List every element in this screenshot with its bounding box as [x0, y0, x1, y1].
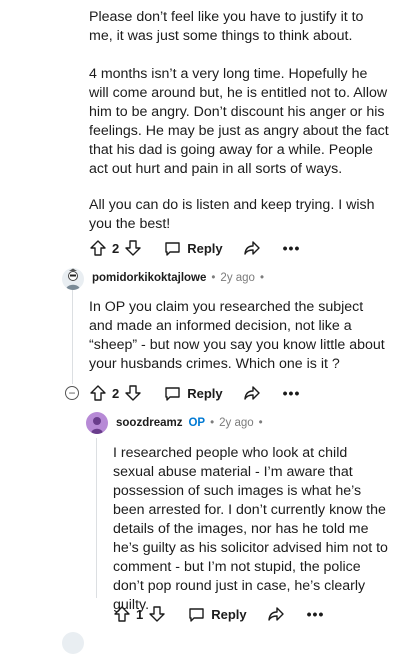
upvote-icon[interactable] — [113, 605, 131, 623]
comment-age: 2y ago — [219, 417, 254, 429]
downvote-icon[interactable] — [148, 605, 166, 623]
vote-count: 2 — [112, 385, 120, 401]
reply-button[interactable]: Reply — [164, 385, 223, 402]
meta-separator: • — [211, 272, 216, 284]
comment-actions: 2 Reply ••• — [89, 381, 300, 405]
thread-line — [72, 282, 73, 384]
comment-actions: 2 Reply ••• — [89, 236, 300, 260]
username[interactable]: pomidorkikoktajlowe — [92, 272, 206, 284]
share-icon[interactable] — [267, 605, 285, 623]
reply-label: Reply — [187, 240, 223, 256]
avatar[interactable] — [62, 268, 84, 290]
comment-meta: soozdreamz OP • 2y ago • — [116, 417, 263, 429]
comment-icon — [164, 385, 181, 402]
comment-paragraph: All you can do is listen and keep trying… — [89, 197, 375, 232]
meta-separator: • — [259, 272, 264, 284]
comment-icon — [164, 240, 181, 257]
comment-paragraph: Please don’t feel like you have to justi… — [89, 9, 364, 44]
downvote-icon[interactable] — [124, 384, 142, 402]
comment-paragraph: 4 months isn’t a very long time. Hopeful… — [89, 66, 389, 177]
reply-button[interactable]: Reply — [164, 240, 223, 257]
vote-count: 1 — [136, 606, 144, 622]
comment-meta: pomidorkikoktajlowe • 2y ago • — [92, 272, 264, 284]
reply-label: Reply — [211, 606, 247, 622]
more-icon[interactable]: ••• — [307, 607, 325, 621]
meta-separator: • — [258, 417, 263, 429]
share-icon[interactable] — [243, 384, 261, 402]
upvote-icon[interactable] — [89, 239, 107, 257]
downvote-icon[interactable] — [124, 239, 142, 257]
avatar[interactable] — [62, 632, 84, 654]
username[interactable]: soozdreamz — [116, 417, 182, 429]
avatar[interactable] — [86, 412, 108, 434]
more-icon[interactable]: ••• — [283, 386, 301, 400]
comment-actions: 1 Reply ••• — [113, 602, 324, 626]
comment-icon — [188, 606, 205, 623]
meta-separator: • — [210, 417, 215, 429]
share-icon[interactable] — [243, 239, 261, 257]
comment-paragraph: I researched people who look at child se… — [113, 445, 388, 613]
comment-age: 2y ago — [220, 272, 255, 284]
comment-paragraph: In OP you claim you researched the subje… — [89, 299, 385, 372]
vote-count: 2 — [112, 240, 120, 256]
collapse-icon[interactable]: − — [65, 386, 79, 400]
reply-label: Reply — [187, 385, 223, 401]
more-icon[interactable]: ••• — [283, 241, 301, 255]
upvote-icon[interactable] — [89, 384, 107, 402]
thread-line — [96, 438, 97, 598]
reply-button[interactable]: Reply — [188, 606, 247, 623]
op-badge: OP — [188, 417, 206, 429]
